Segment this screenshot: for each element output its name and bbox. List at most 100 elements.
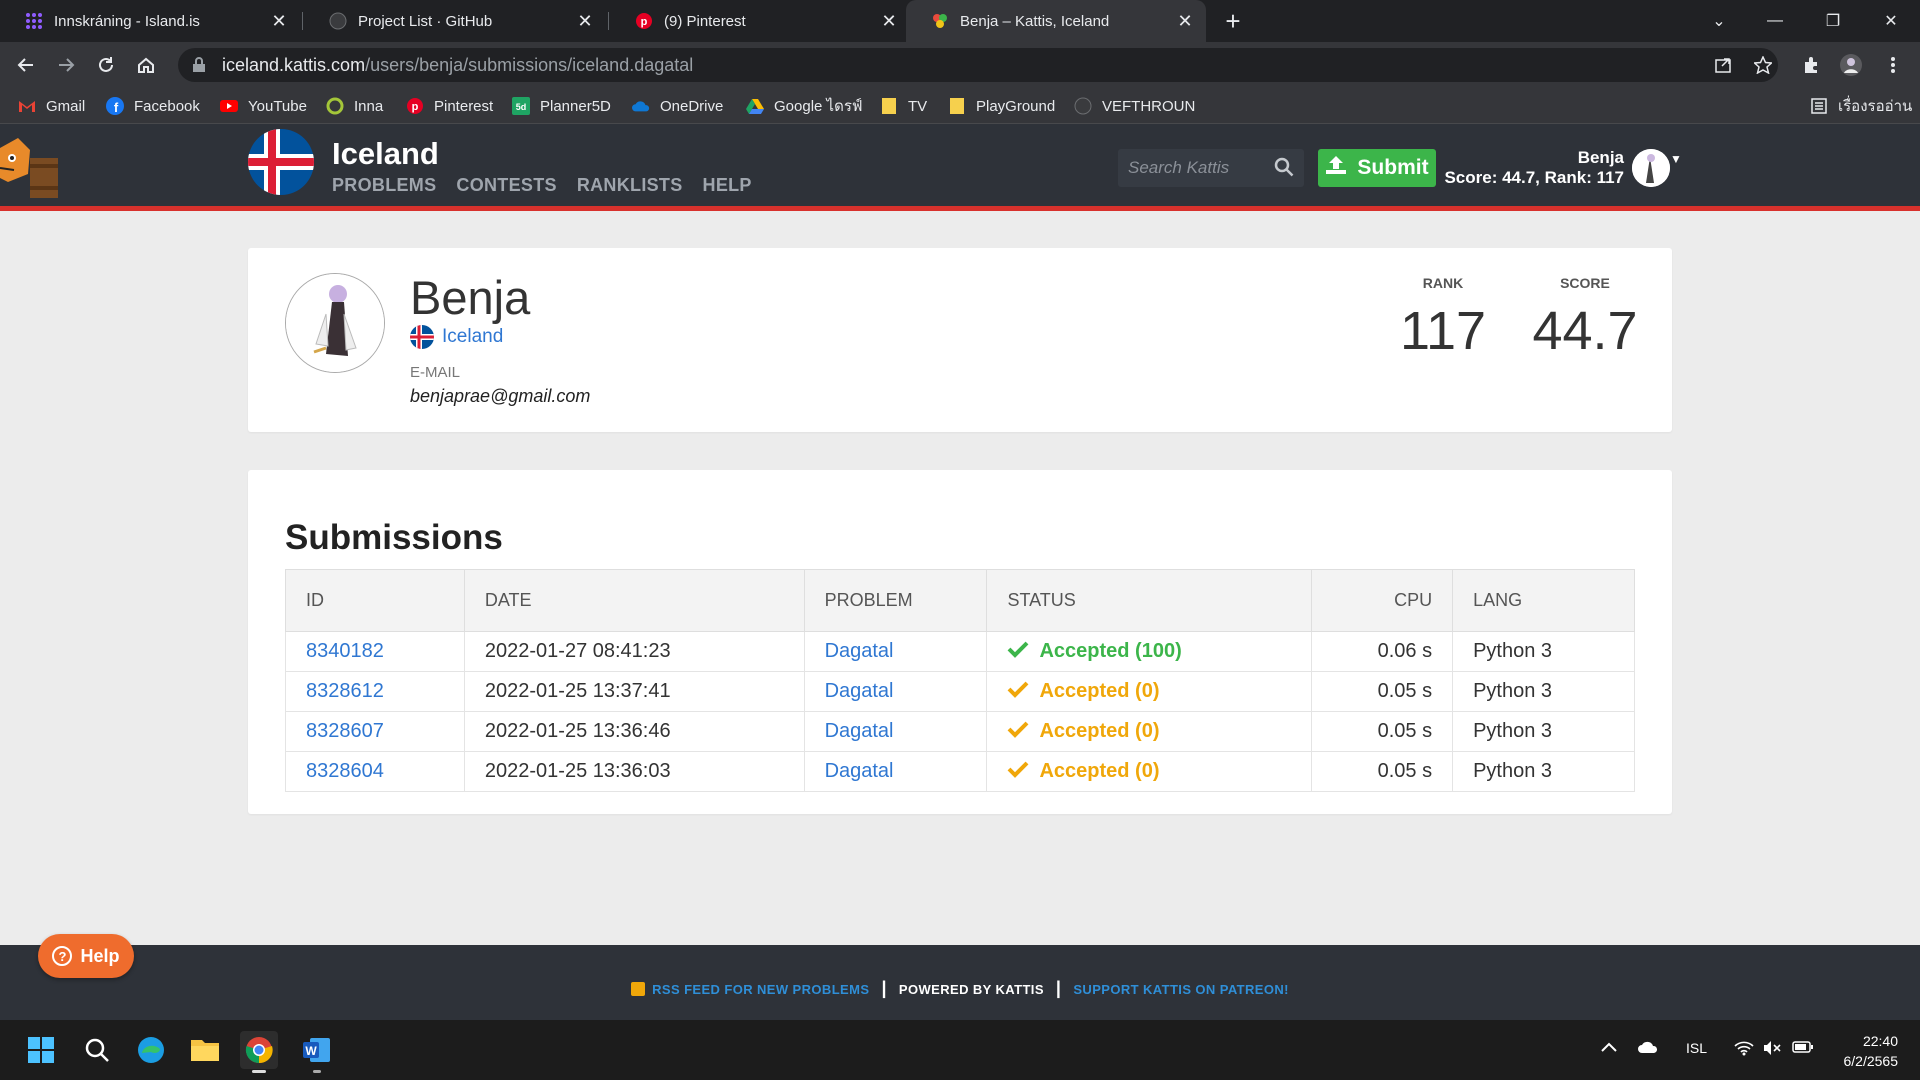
youtube-icon: [220, 97, 238, 115]
search-input[interactable]: Search Kattis: [1128, 158, 1274, 178]
bookmark-playground-folder[interactable]: PlayGround: [948, 88, 1055, 124]
bookmark-vefthroun[interactable]: VEFTHROUN: [1074, 88, 1195, 124]
kattis-mascot-logo[interactable]: [0, 128, 66, 204]
problem-link[interactable]: Dagatal: [825, 680, 894, 702]
rss-feed-link[interactable]: RSS FEED FOR NEW PROBLEMS: [652, 982, 869, 997]
minimize-icon[interactable]: —: [1752, 0, 1798, 42]
restore-icon[interactable]: ❐: [1810, 0, 1856, 42]
submit-button[interactable]: Submit: [1318, 149, 1436, 187]
chevron-down-icon[interactable]: ▼: [1670, 152, 1682, 166]
wifi-icon[interactable]: [1734, 1040, 1754, 1059]
input-language[interactable]: ISL: [1686, 1040, 1707, 1056]
language: Python 3: [1452, 671, 1635, 712]
iceland-flag-icon[interactable]: [248, 129, 314, 195]
reading-list-button[interactable]: เรื่องรออ่าน: [1810, 88, 1912, 124]
column-header-problem[interactable]: PROBLEM: [803, 569, 988, 632]
bookmark-gmail[interactable]: Gmail: [18, 88, 85, 124]
bookmark-star-icon[interactable]: [1748, 50, 1778, 80]
column-header-cpu[interactable]: CPU: [1311, 569, 1454, 632]
profile-avatar-icon[interactable]: [1836, 50, 1866, 80]
column-header-id[interactable]: ID: [285, 569, 465, 632]
site-title[interactable]: Iceland: [332, 136, 439, 172]
cpu-time: 0.05 s: [1311, 671, 1454, 712]
nav-help[interactable]: HELP: [703, 175, 752, 196]
reload-icon[interactable]: [92, 51, 120, 79]
tab-island-is[interactable]: Innskráning - Island.is ✕: [0, 0, 300, 42]
column-header-lang[interactable]: LANG: [1452, 569, 1635, 632]
windows-taskbar: [0, 1020, 1920, 1080]
new-tab-icon[interactable]: +: [1220, 6, 1246, 36]
search-box[interactable]: Search Kattis: [1118, 149, 1304, 187]
search-icon[interactable]: [1274, 157, 1296, 179]
onedrive-icon[interactable]: [1638, 1040, 1660, 1057]
submission-id-link[interactable]: 8328604: [306, 760, 384, 782]
user-summary[interactable]: Benja Score: 44.7, Rank: 117: [1444, 148, 1624, 188]
submission-id-link[interactable]: 8340182: [306, 640, 384, 662]
active-app-indicator: [252, 1070, 266, 1073]
user-avatar[interactable]: [1632, 149, 1670, 187]
close-tab-icon[interactable]: ✕: [574, 10, 596, 32]
bookmark-label: OneDrive: [660, 97, 724, 115]
bookmark-label: Pinterest: [434, 97, 494, 115]
bookmark-youtube[interactable]: YouTube: [220, 88, 307, 124]
edge-icon[interactable]: [132, 1031, 170, 1069]
help-button[interactable]: ? Help: [38, 934, 134, 978]
address-bar[interactable]: iceland.kattis.com/users/benja/submissio…: [178, 48, 1778, 82]
bookmark-tv-folder[interactable]: TV: [880, 88, 927, 124]
close-window-icon[interactable]: ✕: [1868, 0, 1914, 42]
windows-start-icon[interactable]: [22, 1031, 60, 1069]
patreon-link[interactable]: SUPPORT KATTIS ON PATREON!: [1073, 982, 1289, 997]
country-link[interactable]: Iceland: [442, 326, 503, 348]
close-tab-icon[interactable]: ✕: [878, 10, 900, 32]
bookmark-inna[interactable]: Inna: [326, 88, 383, 124]
forward-icon[interactable]: [52, 51, 80, 79]
rss-icon[interactable]: [631, 982, 646, 996]
problem-link[interactable]: Dagatal: [825, 760, 894, 782]
submission-id-link[interactable]: 8328612: [306, 680, 384, 702]
chevron-up-icon[interactable]: [1600, 1040, 1618, 1057]
chrome-menu-icon[interactable]: [1878, 50, 1908, 80]
lock-icon[interactable]: [192, 57, 208, 73]
share-icon[interactable]: [1708, 50, 1738, 80]
submission-date: 2022-01-27 08:41:23: [463, 631, 805, 672]
battery-icon[interactable]: [1792, 1040, 1814, 1057]
email-value: benjaprae@gmail.com: [410, 386, 591, 406]
bookmark-onedrive[interactable]: OneDrive: [632, 88, 723, 124]
nav-problems[interactable]: PROBLEMS: [332, 175, 436, 196]
bookmark-google-drive[interactable]: Google ไดรฟ์: [746, 88, 863, 124]
profile-name: Benja: [410, 271, 531, 324]
home-icon[interactable]: [132, 51, 160, 79]
bookmark-pinterest[interactable]: p Pinterest: [406, 88, 493, 124]
status-cell: Accepted (0): [1007, 760, 1311, 784]
problem-link[interactable]: Dagatal: [825, 720, 894, 742]
speaker-muted-icon[interactable]: [1762, 1040, 1782, 1059]
submission-id-link[interactable]: 8328607: [306, 720, 384, 742]
back-icon[interactable]: [12, 51, 40, 79]
language: Python 3: [1452, 711, 1635, 752]
word-icon[interactable]: W: [298, 1031, 336, 1069]
tab-pinterest[interactable]: p (9) Pinterest ✕: [610, 0, 910, 42]
search-icon[interactable]: [78, 1031, 116, 1069]
bookmark-planner5d[interactable]: 5d Planner5D: [512, 88, 611, 124]
powered-by-kattis-link[interactable]: POWERED BY KATTIS: [899, 982, 1044, 997]
system-clock[interactable]: 22:40 6/2/2565: [1826, 1031, 1899, 1071]
planner5d-icon: 5d: [512, 97, 530, 115]
file-explorer-icon[interactable]: [186, 1031, 224, 1069]
tab-kattis-active[interactable]: Benja – Kattis, Iceland ✕: [906, 0, 1206, 42]
problem-link[interactable]: Dagatal: [825, 640, 894, 662]
close-tab-icon[interactable]: ✕: [1174, 10, 1196, 32]
nav-ranklists[interactable]: RANKLISTS: [577, 175, 683, 196]
column-header-date[interactable]: DATE: [463, 569, 805, 632]
tab-search-icon[interactable]: ⌄: [1696, 0, 1742, 42]
close-tab-icon[interactable]: ✕: [268, 10, 290, 32]
column-header-status[interactable]: STATUS: [986, 569, 1313, 632]
profile-country[interactable]: Iceland: [410, 325, 503, 349]
tab-github[interactable]: Project List · GitHub ✕: [304, 0, 606, 42]
chrome-icon[interactable]: [240, 1031, 278, 1069]
extensions-icon[interactable]: [1796, 50, 1826, 80]
bookmark-facebook[interactable]: f Facebook: [106, 88, 200, 124]
nav-contests[interactable]: CONTESTS: [456, 175, 556, 196]
submissions-table: ID DATE PROBLEM STATUS CPU LANG 8340182 …: [285, 569, 1635, 792]
table-row: 8340182 2022-01-27 08:41:23 Dagatal Acce…: [285, 631, 1635, 672]
inna-icon: [326, 97, 344, 115]
